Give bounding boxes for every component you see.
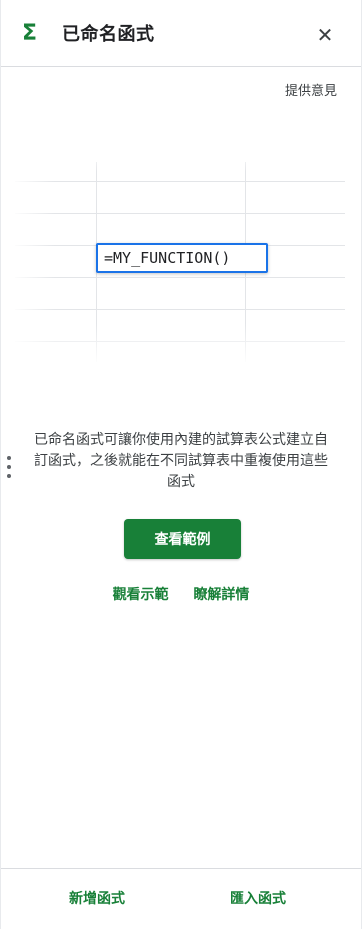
grid-fade: [15, 323, 345, 363]
grid-line: [15, 213, 345, 214]
help-links: 觀看示範 瞭解詳情: [1, 585, 361, 605]
grid-line: [15, 181, 345, 182]
watch-demo-link[interactable]: 觀看示範: [113, 587, 169, 603]
description-text: 已命名函式可讓你使用內建的試算表公式建立自訂函式，之後就能在不同試算表中重複使用…: [34, 432, 328, 490]
panel-header: Σ 已命名函式 ✕: [1, 0, 361, 67]
panel-footer: 新增函式 匯入函式: [1, 868, 361, 929]
learn-more-link[interactable]: 瞭解詳情: [193, 587, 249, 603]
view-examples-button[interactable]: 查看範例: [124, 519, 241, 559]
grid-fade: [15, 148, 345, 172]
sigma-icon: Σ: [22, 21, 38, 46]
grid-line: [15, 277, 345, 278]
drag-handle-icon[interactable]: [7, 456, 11, 480]
import-function-button[interactable]: 匯入函式: [230, 889, 286, 909]
feedback-link[interactable]: 提供意見: [285, 83, 337, 101]
close-icon[interactable]: ✕: [313, 23, 337, 47]
formula-cell: =MY_FUNCTION(): [96, 243, 268, 273]
named-functions-panel: Σ 已命名函式 ✕ 提供意見 =MY_FUNCTION() 已命名函式可讓你使用…: [0, 0, 362, 929]
panel-title: 已命名函式: [62, 24, 155, 45]
add-function-button[interactable]: 新增函式: [69, 889, 125, 909]
grid-line: [15, 309, 345, 310]
